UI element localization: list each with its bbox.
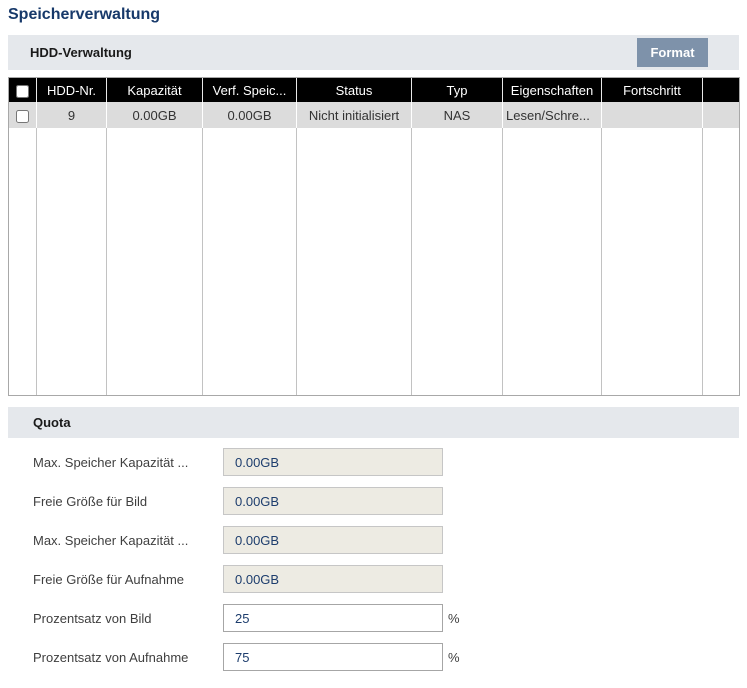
cell-hdd-nr: 9 [37,102,107,128]
cell-select-all [9,102,37,128]
column-header-typ: Typ [412,78,503,102]
empty-cell [703,128,739,395]
field-row-max-capacity-record: Max. Speicher Kapazität ... [33,526,739,554]
select-all-checkbox[interactable] [16,85,29,98]
field-row-max-capacity-picture: Max. Speicher Kapazität ... [33,448,739,476]
table-row[interactable]: 90.00GB0.00GBNicht initialisiertNASLesen… [9,102,739,128]
record-percent-unit-label: % [448,650,460,665]
column-header-hdd-nr: HDD-Nr. [37,78,107,102]
cell-fortschritt [602,102,703,128]
empty-cell [602,128,703,395]
picture-percent-label: Prozentsatz von Bild [33,611,223,626]
column-header-status: Status [297,78,412,102]
quota-section-title: Quota [8,407,71,438]
column-header-spacer [703,78,739,102]
table-header-row: HDD-Nr.KapazitätVerf. Speic...StatusTypE… [9,78,739,102]
storage-management-page: Speicherverwaltung HDD-Verwaltung Format… [0,6,747,671]
free-size-record-label: Freie Größe für Aufnahme [33,572,223,587]
cell-typ: NAS [412,102,503,128]
hdd-section-header: HDD-Verwaltung Format [8,35,739,70]
cell-status: Nicht initialisiert [297,102,412,128]
cell-verf-speicher: 0.00GB [203,102,297,128]
field-row-record-percent: Prozentsatz von Aufnahme% [33,643,739,671]
field-row-free-size-picture: Freie Größe für Bild [33,487,739,515]
max-capacity-record-label: Max. Speicher Kapazität ... [33,533,223,548]
hdd-table: HDD-Nr.KapazitätVerf. Speic...StatusTypE… [8,77,740,396]
row-checkbox[interactable] [16,110,29,123]
empty-cell [107,128,203,395]
empty-cell [503,128,602,395]
cell-spacer [703,102,739,128]
quota-section-header: Quota [8,407,739,438]
max-capacity-picture-label: Max. Speicher Kapazität ... [33,455,223,470]
record-percent-label: Prozentsatz von Aufnahme [33,650,223,665]
empty-cell [37,128,107,395]
empty-cell [203,128,297,395]
empty-cell [412,128,503,395]
column-header-eigenschaften: Eigenschaften [503,78,602,102]
max-capacity-record-input [223,526,443,554]
picture-percent-unit-label: % [448,611,460,626]
field-row-free-size-record: Freie Größe für Aufnahme [33,565,739,593]
column-header-kapazitaet: Kapazität [107,78,203,102]
free-size-picture-input [223,487,443,515]
picture-percent-input[interactable] [223,604,443,632]
max-capacity-picture-input [223,448,443,476]
free-size-picture-label: Freie Größe für Bild [33,494,223,509]
table-filler-row [9,128,739,395]
field-row-picture-percent: Prozentsatz von Bild% [33,604,739,632]
record-percent-input[interactable] [223,643,443,671]
column-header-fortschritt: Fortschritt [602,78,703,102]
column-header-verf-speicher: Verf. Speic... [203,78,297,102]
cell-kapazitaet: 0.00GB [107,102,203,128]
hdd-section-title: HDD-Verwaltung [8,35,132,70]
empty-cell [9,128,37,395]
page-title: Speicherverwaltung [8,6,739,24]
free-size-record-input [223,565,443,593]
quota-form: Max. Speicher Kapazität ... Freie Größe f… [33,448,739,671]
column-header-select-all [9,78,37,102]
format-button[interactable]: Format [637,38,708,67]
empty-cell [297,128,412,395]
cell-eigenschaften: Lesen/Schre... [503,102,602,128]
